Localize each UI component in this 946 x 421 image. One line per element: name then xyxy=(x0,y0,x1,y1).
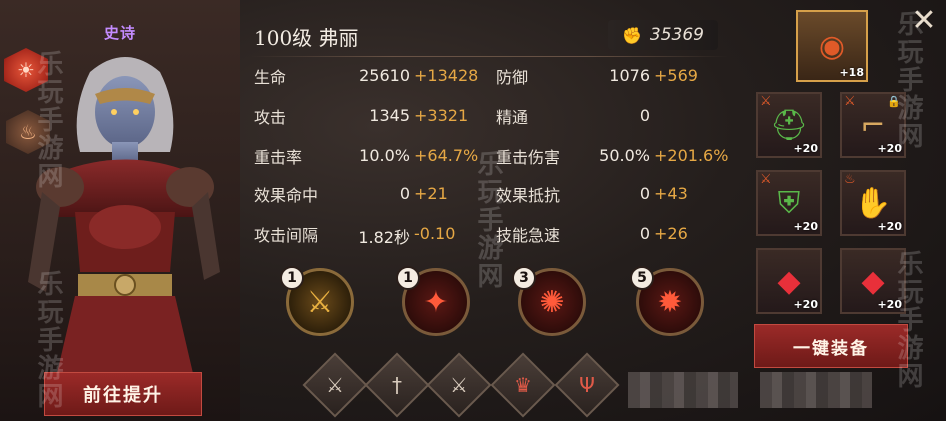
gauntlet-slot[interactable]: ♨ ✋ +20 xyxy=(840,170,906,236)
stat-base: 0 xyxy=(399,184,410,203)
hero-title: 100级 弗丽 xyxy=(254,26,359,50)
skill-level-badge: 1 xyxy=(280,266,304,290)
armor-slot[interactable]: ⚔ ⛨ +20 xyxy=(756,170,822,236)
stat-bonus: +201.6% xyxy=(654,146,729,165)
sword-rune-icon: ⚔ xyxy=(326,373,344,397)
stat-bonus: +13428 xyxy=(414,66,479,85)
rune-slot-4[interactable]: ♛ xyxy=(490,352,556,418)
skill-slot-2[interactable]: ✦ 1 xyxy=(396,266,470,336)
stat-bonus: +26 xyxy=(654,224,688,243)
watermark: 乐玩手游网 xyxy=(33,270,63,410)
skill-level-badge: 1 xyxy=(396,266,420,290)
trident-rune-icon: Ψ xyxy=(579,373,595,397)
stat-base: 25610 xyxy=(359,66,410,85)
enhance-level: +20 xyxy=(793,142,818,155)
amulet-slot[interactable]: ◉ +18 xyxy=(796,10,868,82)
stat-bonus: +569 xyxy=(654,66,698,85)
enhance-level: +20 xyxy=(793,298,818,311)
helmet-slot[interactable]: ⚔ ⛑ +20 xyxy=(756,92,822,158)
stat-row: 重击率 xyxy=(254,144,302,168)
stat-base: 0 xyxy=(639,184,650,203)
censored-area xyxy=(628,372,738,408)
stat-base: 0 xyxy=(639,224,650,243)
hero-detail-screen: 史诗 ☀ ♨ 前往提升 100级 弗丽 ✊ 35369 生命 25610 +13… xyxy=(0,0,946,421)
go-upgrade-button[interactable]: 前往提升 xyxy=(44,372,202,416)
fist-icon: ✊ xyxy=(621,25,642,45)
stat-base: 1076 xyxy=(609,66,650,85)
stat-label: 攻击 xyxy=(254,108,287,127)
stat-row: 精通 xyxy=(496,104,528,128)
rune-slot-2[interactable]: † xyxy=(364,352,430,418)
skill-level-badge: 3 xyxy=(512,266,536,290)
fire-crown-rune-icon: ♛ xyxy=(514,373,532,397)
combat-power-box: ✊ 35369 xyxy=(608,20,718,50)
skill-slot-4[interactable]: ✹ 5 xyxy=(630,266,704,336)
rune-slot-5[interactable]: Ψ xyxy=(554,352,620,418)
watermark: 乐玩手游网 xyxy=(473,150,503,290)
stat-label: 防御 xyxy=(496,68,529,87)
stat-label: 攻击间隔 xyxy=(254,226,319,245)
stat-bonus: +43 xyxy=(654,184,688,203)
stat-label: 重击率 xyxy=(254,148,303,167)
one-click-equip-button[interactable]: 一键装备 xyxy=(754,324,908,368)
stat-row: 攻击 xyxy=(254,104,286,128)
watermark: 乐玩手游网 xyxy=(893,250,923,390)
enhance-level: +18 xyxy=(839,66,864,79)
stat-label: 精通 xyxy=(496,108,529,127)
skill-level-badge: 5 xyxy=(630,266,654,290)
stat-bonus: +21 xyxy=(414,184,448,203)
stat-row: 生命 xyxy=(254,64,286,88)
stat-row: 防御 xyxy=(496,64,528,88)
enhance-level: +20 xyxy=(877,220,902,233)
enhance-level: +20 xyxy=(793,220,818,233)
blade-rune-icon: ⚔ xyxy=(450,373,468,397)
censored-area xyxy=(760,372,872,408)
stat-base: 50.0% xyxy=(599,146,650,165)
watermark: 乐玩手游网 xyxy=(33,50,63,190)
stat-bonus: -0.10 xyxy=(414,224,456,243)
rarity-label: 史诗 xyxy=(104,24,137,42)
rune-slot-3[interactable]: ⚔ xyxy=(426,352,492,418)
stat-base: 0 xyxy=(639,106,650,125)
stat-label: 效果命中 xyxy=(254,186,319,205)
header-divider xyxy=(250,56,730,57)
stat-bonus: +64.7% xyxy=(414,146,479,165)
skill-slot-1[interactable]: ⚔ 1 xyxy=(280,266,354,336)
dagger-rune-icon: † xyxy=(392,373,402,397)
stat-row: 攻击间隔 xyxy=(254,222,318,246)
stat-bonus: +3321 xyxy=(414,106,469,125)
skill-slot-3[interactable]: ✺ 3 xyxy=(512,266,586,336)
stat-base: 1.82秒 xyxy=(358,228,410,247)
watermark: 乐玩手游网 xyxy=(893,10,923,150)
stat-base: 10.0% xyxy=(359,146,410,165)
gem-slot-1[interactable]: ◆ +20 xyxy=(756,248,822,314)
stat-base: 1345 xyxy=(369,106,410,125)
stat-label: 生命 xyxy=(254,68,287,87)
combat-power-value: 35369 xyxy=(649,25,704,45)
stat-row: 效果命中 xyxy=(254,182,318,206)
rune-slot-1[interactable]: ⚔ xyxy=(302,352,368,418)
